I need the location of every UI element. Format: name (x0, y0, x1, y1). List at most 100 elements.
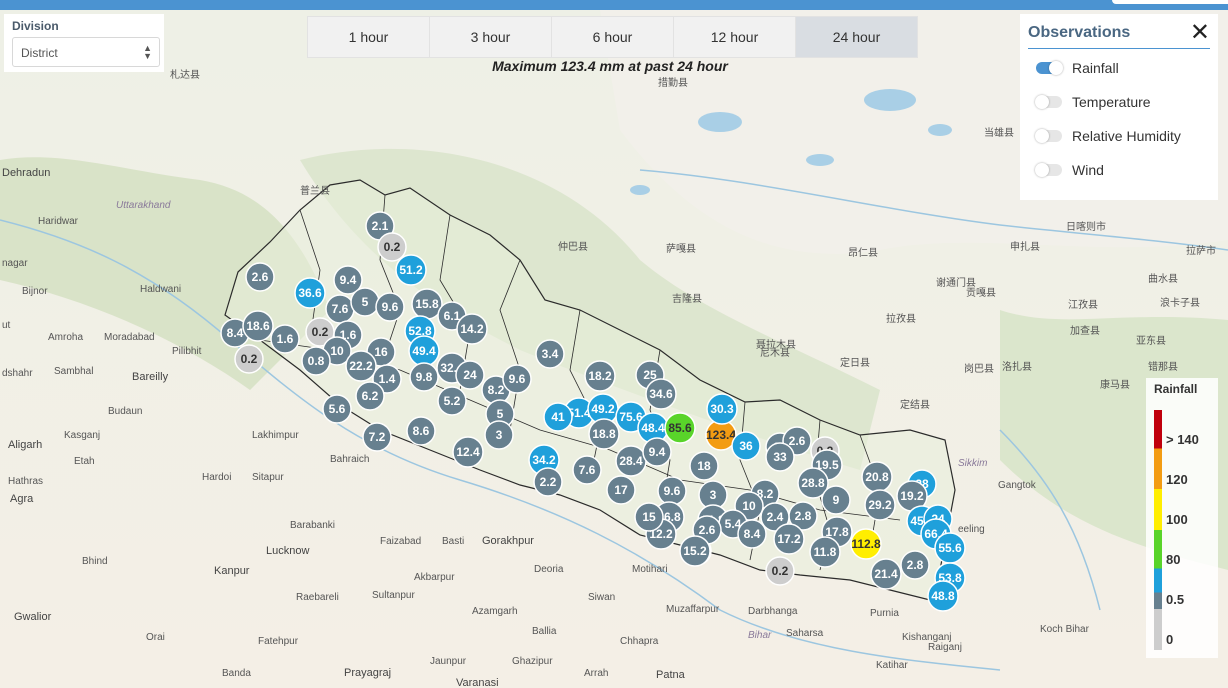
station-marker[interactable]: 36.6 (294, 277, 326, 309)
top-bar-search[interactable] (1112, 0, 1228, 4)
station-marker[interactable]: 15.2 (679, 535, 711, 567)
station-marker[interactable]: 18.2 (584, 360, 616, 392)
svg-text:ut: ut (2, 320, 11, 331)
station-marker[interactable]: 17.2 (773, 523, 805, 555)
svg-text:Sambhal: Sambhal (54, 366, 93, 377)
station-marker[interactable]: 15 (634, 502, 664, 532)
svg-text:Lucknow: Lucknow (266, 545, 309, 557)
temperature-toggle[interactable] (1035, 95, 1062, 109)
wind-toggle[interactable] (1035, 163, 1062, 177)
observation-rainfall[interactable]: Rainfall (1036, 58, 1119, 78)
station-rainfall-value: 8.6 (413, 424, 430, 438)
station-marker[interactable]: 9.6 (502, 364, 532, 394)
station-marker[interactable]: 5.2 (437, 386, 467, 416)
station-marker[interactable]: 17 (606, 475, 636, 505)
station-marker[interactable]: 9.6 (375, 292, 405, 322)
station-rainfall-value: 17.2 (777, 532, 801, 546)
station-marker[interactable]: 0.2 (377, 232, 407, 262)
legend-color-bar (1154, 410, 1162, 650)
station-marker[interactable]: 33 (765, 442, 795, 472)
svg-text:加查县: 加查县 (1070, 324, 1100, 337)
station-marker[interactable]: 1.6 (270, 324, 300, 354)
station-marker[interactable]: 51.2 (395, 254, 427, 286)
observation-temperature[interactable]: Temperature (1035, 92, 1151, 112)
division-select[interactable]: District ▲ ▼ (12, 37, 160, 67)
station-marker[interactable]: 12.4 (452, 436, 484, 468)
station-rainfall-value: 12.4 (456, 445, 480, 459)
station-marker[interactable]: 18 (689, 451, 719, 481)
svg-text:Etah: Etah (74, 456, 95, 467)
station-rainfall-value: 14.2 (460, 322, 484, 336)
station-rainfall-value: 3 (496, 428, 503, 442)
svg-text:错那县: 错那县 (1148, 360, 1178, 373)
station-marker[interactable]: 0.2 (765, 556, 795, 586)
station-marker[interactable]: 2.6 (245, 262, 275, 292)
station-marker[interactable]: 18.6 (242, 310, 274, 342)
station-marker[interactable]: 11.8 (809, 536, 841, 568)
station-marker[interactable]: 22.2 (345, 350, 377, 382)
station-marker[interactable]: 8.4 (737, 519, 767, 549)
time-range-tabs: 1 hour 3 hour 6 hour 12 hour 24 hour (307, 16, 918, 58)
station-marker[interactable]: 29.2 (864, 489, 896, 521)
station-rainfall-value: 1.6 (277, 332, 294, 346)
station-marker[interactable]: 2.8 (900, 550, 930, 580)
svg-text:Prayagraj: Prayagraj (344, 667, 391, 679)
station-marker[interactable]: 48.8 (927, 580, 959, 612)
station-rainfall-value: 33 (773, 450, 787, 464)
station-marker[interactable]: 18.8 (588, 418, 620, 450)
station-marker[interactable]: 6.2 (355, 381, 385, 411)
legend-tick-140: > 140 (1166, 432, 1199, 447)
tab-6-hour[interactable]: 6 hour (552, 17, 674, 57)
station-rainfall-value: 0.2 (384, 240, 401, 254)
observation-relative-humidity[interactable]: Relative Humidity (1035, 126, 1181, 146)
station-marker[interactable]: 3 (484, 420, 514, 450)
station-marker[interactable]: 7.2 (362, 422, 392, 452)
station-marker[interactable]: 9.8 (409, 362, 439, 392)
station-marker[interactable]: 0.2 (234, 344, 264, 374)
station-rainfall-value: 10 (742, 499, 756, 513)
station-marker[interactable]: 8.6 (406, 416, 436, 446)
rainfall-toggle[interactable] (1036, 61, 1063, 75)
station-marker[interactable]: 30.3 (706, 393, 738, 425)
station-marker[interactable]: 85.6 (664, 412, 696, 444)
svg-text:Darbhanga: Darbhanga (748, 606, 798, 617)
station-marker[interactable]: 41 (543, 402, 573, 432)
station-rainfall-value: 15.8 (415, 297, 439, 311)
tab-24-hour[interactable]: 24 hour (796, 17, 917, 57)
station-marker[interactable]: 112.8 (850, 528, 882, 560)
tab-12-hour[interactable]: 12 hour (674, 17, 796, 57)
station-marker[interactable]: 49.4 (408, 335, 440, 367)
division-label: Division (12, 19, 59, 33)
station-marker[interactable]: 0.8 (301, 346, 331, 376)
station-marker[interactable]: 9 (821, 485, 851, 515)
station-marker[interactable]: 24 (455, 360, 485, 390)
station-marker[interactable]: 5.6 (322, 394, 352, 424)
svg-text:Arrah: Arrah (584, 668, 608, 679)
relative-humidity-toggle[interactable] (1035, 129, 1062, 143)
station-marker[interactable]: 36 (731, 431, 761, 461)
station-rainfall-value: 8.2 (488, 383, 505, 397)
station-marker[interactable]: 14.2 (456, 313, 488, 345)
station-marker[interactable]: 7.6 (572, 455, 602, 485)
tab-1-hour[interactable]: 1 hour (308, 17, 430, 57)
legend-tick-0-5: 0.5 (1166, 592, 1185, 607)
svg-text:Barabanki: Barabanki (290, 520, 335, 531)
station-marker[interactable]: 5 (350, 287, 380, 317)
close-icon[interactable]: ✕ (1190, 18, 1210, 47)
svg-text:Sitapur: Sitapur (252, 472, 284, 483)
station-rainfall-value: 0.2 (772, 564, 789, 578)
observation-wind[interactable]: Wind (1035, 160, 1104, 180)
station-marker[interactable]: 9.4 (642, 437, 672, 467)
station-marker[interactable]: 55.6 (934, 532, 966, 564)
station-marker[interactable]: 2.2 (533, 467, 563, 497)
station-marker[interactable]: 9.6 (657, 476, 687, 506)
station-marker[interactable]: 3.4 (535, 339, 565, 369)
tab-3-hour[interactable]: 3 hour (430, 17, 552, 57)
svg-text:萨嘎县: 萨嘎县 (666, 243, 696, 255)
station-marker[interactable]: 20.8 (861, 461, 893, 493)
station-marker[interactable]: 7.6 (325, 294, 355, 324)
svg-text:康马县: 康马县 (1100, 378, 1130, 391)
station-marker[interactable]: 21.4 (870, 558, 902, 590)
station-marker[interactable]: 34.6 (645, 378, 677, 410)
station-marker[interactable]: 28.4 (615, 445, 647, 477)
